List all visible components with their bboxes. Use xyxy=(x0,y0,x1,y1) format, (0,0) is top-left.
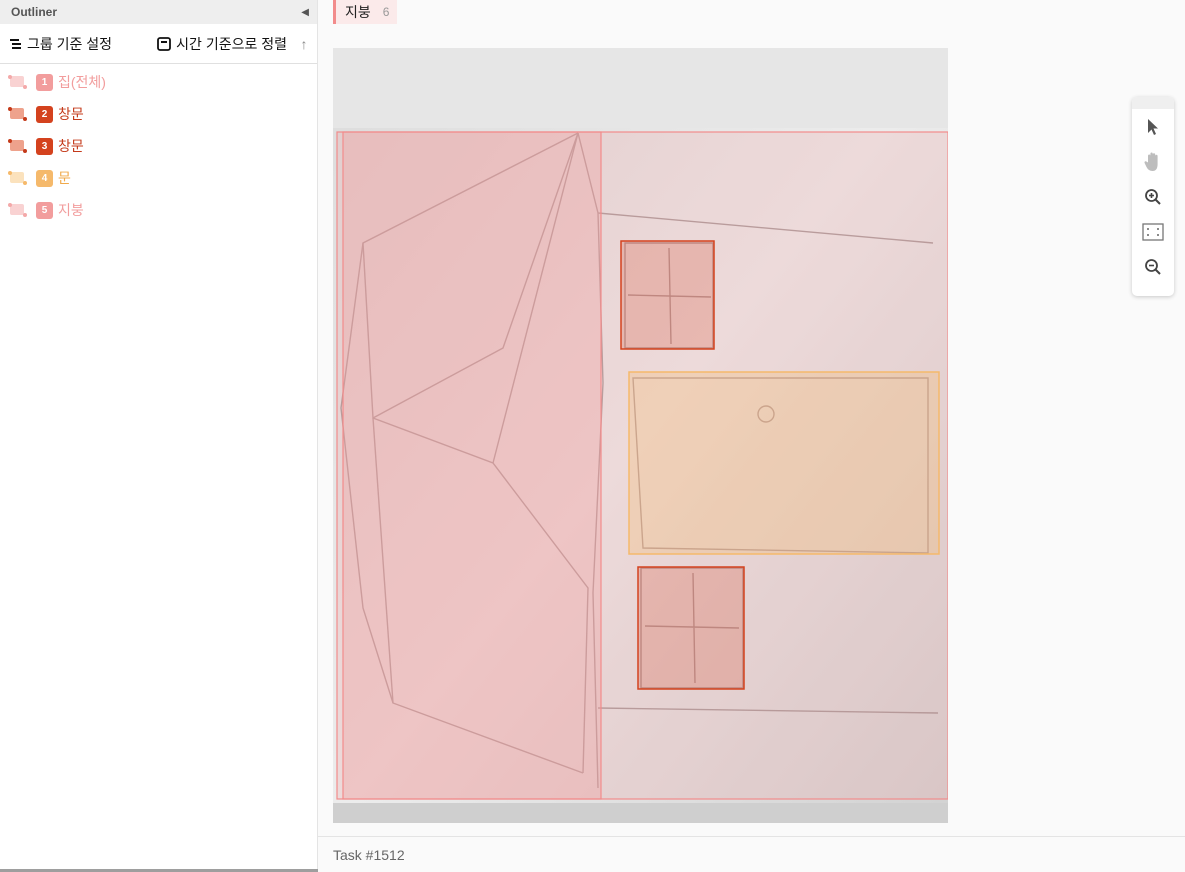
zoom-out-icon xyxy=(1145,258,1161,275)
collapse-icon[interactable]: ◀ xyxy=(301,7,309,18)
list-item[interactable]: 3 창문 xyxy=(0,130,317,162)
outliner-panel: Outliner ◀ 그룹 기준 설정 시간 기준으로 정렬 ↑ 1 집(전체)… xyxy=(0,0,318,872)
pointer-tool-button[interactable] xyxy=(1132,109,1174,144)
region-icon xyxy=(8,171,27,185)
pan-hand-icon xyxy=(1144,152,1158,171)
tool-palette xyxy=(1132,97,1174,296)
active-label-count: 6 xyxy=(382,5,390,19)
item-index-badge: 3 xyxy=(36,137,53,155)
item-label: 창문 xyxy=(58,138,84,154)
region-icon xyxy=(8,203,27,217)
list-item[interactable]: 1 집(전체) xyxy=(0,66,317,98)
annotation-canvas[interactable] xyxy=(333,48,948,823)
list-item[interactable]: 4 문 xyxy=(0,162,317,194)
region-window-1[interactable] xyxy=(620,240,715,350)
tool-palette-handle[interactable] xyxy=(1132,97,1174,109)
status-bar: Task #1512 xyxy=(318,836,1185,872)
checkbox-icon xyxy=(157,36,172,51)
item-index-badge: 1 xyxy=(36,73,53,91)
region-icon xyxy=(8,139,27,153)
active-label-tag[interactable]: 지붕 6 xyxy=(333,0,398,24)
item-index-badge: 4 xyxy=(36,169,53,187)
sort-label: 시간 기준으로 정렬 xyxy=(176,35,287,52)
region-icon xyxy=(8,107,27,121)
zoom-in-button[interactable] xyxy=(1132,179,1174,214)
zoom-out-button[interactable] xyxy=(1132,249,1174,284)
group-by-button[interactable]: 그룹 기준 설정 xyxy=(10,34,112,54)
zoom-in-icon xyxy=(1145,188,1161,205)
list-icon xyxy=(10,38,21,49)
outliner-title: Outliner xyxy=(11,5,58,19)
outliner-toolbar: 그룹 기준 설정 시간 기준으로 정렬 ↑ xyxy=(0,24,317,64)
item-label: 창문 xyxy=(58,106,84,122)
region-door[interactable] xyxy=(628,371,940,555)
active-label-name: 지붕 xyxy=(345,4,371,20)
item-index-badge: 2 xyxy=(36,105,53,123)
region-icon xyxy=(8,75,27,89)
task-id: Task #1512 xyxy=(333,846,405,863)
fit-screen-icon xyxy=(1142,222,1164,241)
sort-direction-arrow-icon[interactable]: ↑ xyxy=(295,36,313,52)
sketch-image xyxy=(333,48,948,823)
outliner-header: Outliner ◀ xyxy=(0,0,317,24)
pan-tool-button[interactable] xyxy=(1132,144,1174,179)
list-item[interactable]: 2 창문 xyxy=(0,98,317,130)
item-label: 문 xyxy=(58,170,71,186)
group-by-label: 그룹 기준 설정 xyxy=(27,35,113,52)
region-roof[interactable] xyxy=(342,131,602,800)
list-item[interactable]: 5 지붕 xyxy=(0,194,317,226)
item-index-badge: 5 xyxy=(36,201,53,219)
sort-by-time-button[interactable]: 시간 기준으로 정렬 xyxy=(157,34,287,54)
region-window-2[interactable] xyxy=(637,566,745,690)
pointer-icon xyxy=(1148,118,1158,135)
fit-screen-button[interactable] xyxy=(1132,214,1174,249)
item-label: 집(전체) xyxy=(58,74,106,90)
outliner-list: 1 집(전체) 2 창문 3 창문 4 문 5 지붕 xyxy=(0,64,317,226)
item-label: 지붕 xyxy=(58,202,84,218)
